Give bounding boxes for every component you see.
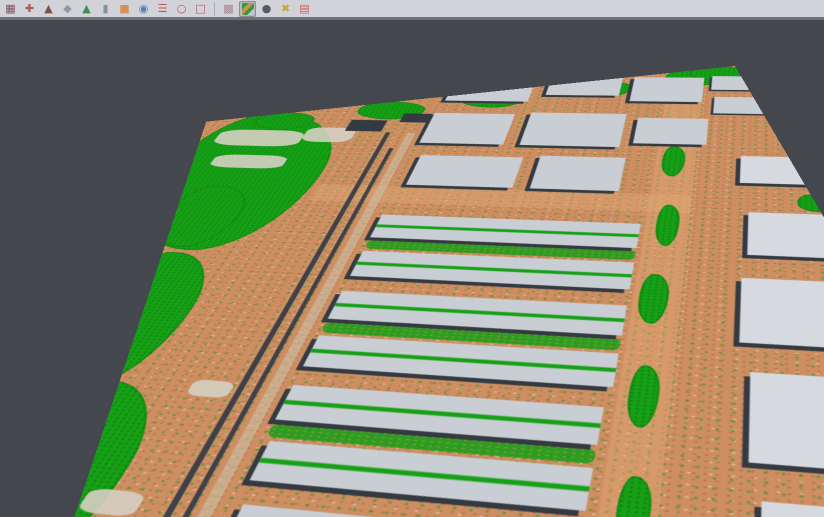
orthophoto-icon[interactable]: ■ — [116, 1, 133, 17]
bare-patch — [208, 154, 290, 169]
terrain-model — [18, 66, 824, 517]
layers-icon[interactable]: ▤ — [296, 1, 313, 17]
bare-patch — [211, 129, 307, 147]
vegetation-area — [797, 194, 824, 213]
warehouse-building — [220, 504, 581, 517]
open-project-icon[interactable]: ▦ — [2, 1, 19, 17]
industrial-hall — [747, 212, 824, 260]
building — [633, 118, 708, 145]
building — [546, 73, 625, 95]
industrial-hall — [739, 278, 824, 352]
classification-view-icon[interactable] — [239, 1, 256, 17]
industrial-hall — [761, 501, 824, 517]
dem-icon[interactable]: ▲ — [78, 1, 95, 17]
circle-select-icon[interactable]: ○ — [173, 1, 190, 17]
point-cloud-icon[interactable]: ◆ — [59, 1, 76, 17]
industrial-hall — [740, 156, 824, 185]
building — [519, 112, 626, 147]
crop-region-icon[interactable]: □ — [192, 1, 209, 17]
bare-patch — [185, 379, 235, 398]
shed-building — [713, 97, 772, 114]
industrial-hall — [749, 372, 824, 480]
terrain-icon[interactable]: ▲ — [40, 1, 57, 17]
filter-points-icon[interactable]: ▩ — [220, 1, 237, 17]
update-icon[interactable]: ◉ — [135, 1, 152, 17]
shadowed-structure — [399, 113, 432, 122]
markers-icon[interactable]: ✚ — [21, 1, 38, 17]
classes-list-icon[interactable]: ☰ — [154, 1, 171, 17]
measure-icon[interactable]: ✖ — [277, 1, 294, 17]
application-window: ▦✚▲◆▲▮■◉☰○□▩●✖▤ — [0, 0, 824, 517]
shed-building — [711, 76, 760, 90]
vegetation-area — [29, 250, 229, 390]
building — [530, 156, 626, 191]
toolbar-separator — [214, 2, 215, 16]
viewport-3d[interactable] — [0, 23, 824, 517]
building — [419, 113, 515, 145]
shadowed-structure — [345, 120, 388, 132]
building — [406, 155, 523, 188]
dense-cloud-icon[interactable]: ● — [258, 1, 275, 17]
building — [629, 77, 704, 102]
classification-swatch-icon — [242, 3, 254, 15]
classified-point-cloud — [18, 66, 824, 517]
texture-icon[interactable]: ▮ — [97, 1, 114, 17]
main-toolbar: ▦✚▲◆▲▮■◉☰○□▩●✖▤ — [0, 0, 824, 20]
building — [445, 76, 537, 102]
